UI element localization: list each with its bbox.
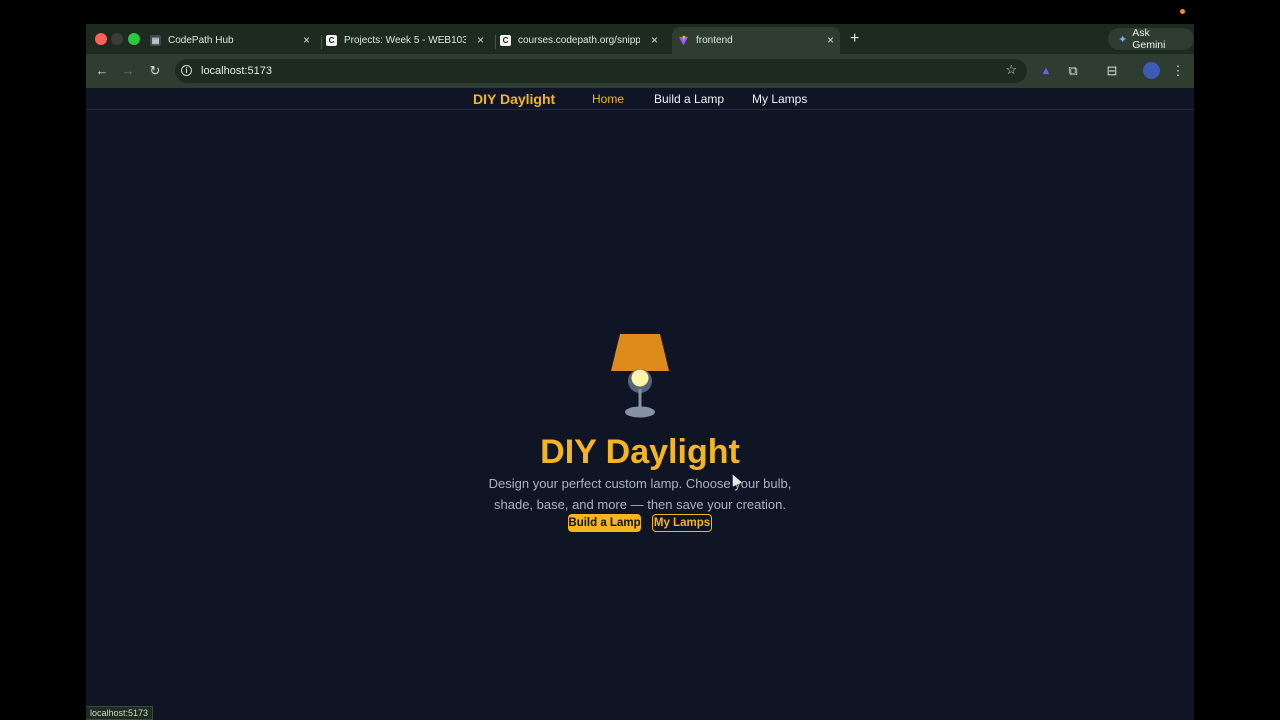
lamp-illustration: [611, 334, 669, 418]
gemini-sparkle-icon: ✦: [1118, 33, 1128, 46]
site-info-icon[interactable]: i: [181, 65, 192, 76]
reload-icon[interactable]: ↻: [147, 63, 163, 79]
codepath-favicon-icon: ▤: [150, 35, 161, 46]
minimize-window-button[interactable]: [111, 33, 123, 45]
close-tab-icon[interactable]: ×: [651, 34, 658, 46]
site-navbar: DIY Daylight Home Build a Lamp My Lamps: [86, 88, 1194, 110]
tab-frontend[interactable]: frontend ×: [672, 27, 840, 54]
close-window-button[interactable]: [95, 33, 107, 45]
tab-title: courses.codepath.org/snippe: [518, 35, 640, 46]
my-lamps-button[interactable]: My Lamps: [652, 514, 712, 532]
site-brand-link[interactable]: DIY Daylight: [473, 91, 555, 107]
extension-icon[interactable]: ▲: [1038, 63, 1054, 79]
tab-separator: [495, 35, 496, 49]
status-bar-url: localhost:5173: [86, 706, 154, 720]
tab-projects-week5[interactable]: C Projects: Week 5 - WEB103 | ×: [326, 27, 490, 54]
recording-indicator: [1180, 9, 1185, 14]
tab-separator: [321, 35, 322, 49]
new-tab-button[interactable]: +: [850, 31, 859, 47]
hero-title: DIY Daylight: [540, 433, 740, 471]
extensions-puzzle-icon[interactable]: ⧉: [1065, 63, 1081, 79]
tab-title: Projects: Week 5 - WEB103 |: [344, 35, 466, 46]
close-tab-icon[interactable]: ×: [303, 34, 310, 46]
tab-strip: ▤ CodePath Hub × C Projects: Week 5 - WE…: [86, 24, 1194, 54]
codepath-favicon-icon: C: [500, 35, 511, 46]
more-menu-icon[interactable]: ⋮: [1170, 63, 1186, 79]
tab-title: frontend: [696, 35, 733, 46]
hero-subtitle: Design your perfect custom lamp. Choose …: [488, 476, 792, 512]
tab-search-icon[interactable]: ⊟: [1104, 63, 1120, 79]
profile-avatar[interactable]: [1143, 62, 1160, 79]
codepath-favicon-icon: C: [326, 35, 337, 46]
close-tab-icon[interactable]: ×: [827, 34, 834, 46]
ask-gemini-label: Ask Gemini: [1132, 27, 1166, 51]
nav-link-home[interactable]: Home: [592, 92, 624, 106]
build-a-lamp-button[interactable]: Build a Lamp: [568, 514, 641, 532]
address-bar[interactable]: i localhost:5173 ☆: [175, 59, 1027, 83]
tab-courses-snippets[interactable]: C courses.codepath.org/snippe ×: [500, 27, 664, 54]
forward-arrow-icon[interactable]: →: [120, 63, 136, 79]
ask-gemini-button[interactable]: ✦ Ask Gemini: [1108, 27, 1194, 51]
tab-codepath-hub[interactable]: ▤ CodePath Hub ×: [150, 27, 316, 54]
nav-link-my-lamps[interactable]: My Lamps: [752, 92, 807, 106]
vite-favicon-icon: [678, 35, 689, 46]
nav-link-build-a-lamp[interactable]: Build a Lamp: [654, 92, 724, 106]
maximize-window-button[interactable]: [128, 33, 140, 45]
close-tab-icon[interactable]: ×: [477, 34, 484, 46]
back-arrow-icon[interactable]: ←: [94, 63, 110, 79]
browser-window: ▤ CodePath Hub × C Projects: Week 5 - WE…: [86, 24, 1194, 720]
browser-toolbar: ← → ↻ i localhost:5173 ☆ ▲ ⧉ ⊟ ⋮: [86, 54, 1194, 88]
web-page: DIY Daylight Home Build a Lamp My Lamps …: [86, 88, 1194, 720]
tab-title: CodePath Hub: [168, 35, 234, 46]
bookmark-star-icon[interactable]: ☆: [1005, 62, 1017, 78]
url-text[interactable]: localhost:5173: [201, 65, 272, 77]
